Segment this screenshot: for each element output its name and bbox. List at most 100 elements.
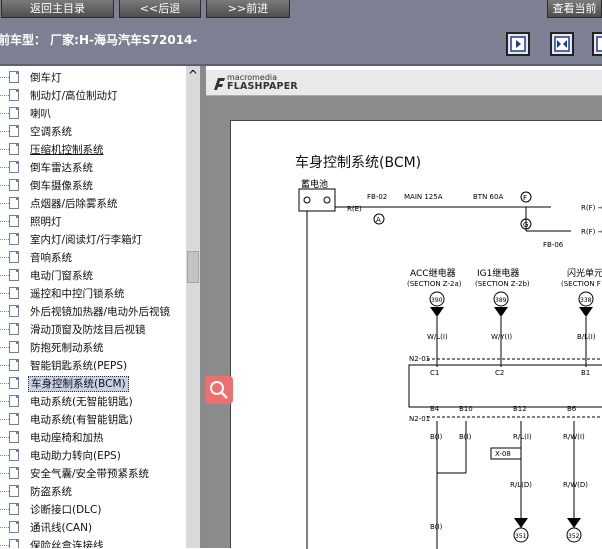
fuse-fb02-label: FB-02 xyxy=(367,193,387,201)
tree-item[interactable]: 倒车摄像系统 xyxy=(0,177,186,195)
ig1-relay-section: (SECTION Z-2b) xyxy=(475,280,530,288)
flashpaper-logo-icon xyxy=(214,78,225,90)
bcm-wiring-diagram: 车身控制系统(BCM) 蓄电池 R(E) FB-02 MAIN 125A BTN… xyxy=(295,154,602,549)
tree-item-label: 倒车摄像系统 xyxy=(30,180,93,192)
scroll-up-icon[interactable]: ^ xyxy=(186,68,200,82)
tree-item[interactable]: 遥控和中控门锁系统 xyxy=(0,285,186,303)
zoom-button[interactable] xyxy=(205,376,233,404)
tree-item[interactable]: 空调系统 xyxy=(0,123,186,141)
arrow-390 xyxy=(430,307,444,317)
sidebar-scrollbar[interactable]: ^ xyxy=(186,66,200,548)
tree-item-label: 外后视镜加热器/电动外后视镜 xyxy=(30,306,171,318)
tree-item[interactable]: 电动门窗系统 xyxy=(0,267,186,285)
tree-connector xyxy=(0,239,9,240)
document-icon xyxy=(9,197,19,209)
tree-connector xyxy=(0,95,9,96)
tree-item-label: 倒车灯 xyxy=(30,72,62,84)
tree-item[interactable]: 电动助力转向(EPS) xyxy=(0,447,186,465)
tree-item[interactable]: 制动灯/高位制动灯 xyxy=(0,87,186,105)
tree-connector xyxy=(0,437,9,438)
tree-item[interactable]: 智能钥匙系统(PEPS) xyxy=(0,357,186,375)
node-390-label: 390 xyxy=(431,297,443,304)
tree-item[interactable]: 外后视镜加热器/电动外后视镜 xyxy=(0,303,186,321)
tree-connector xyxy=(0,257,9,258)
tree-connector xyxy=(0,275,9,276)
document-icon xyxy=(9,539,19,548)
tree-item[interactable]: 诊断接口(DLC) xyxy=(0,501,186,519)
document-icon xyxy=(9,89,19,101)
tree-connector xyxy=(0,293,9,294)
tree-item[interactable]: 通讯线(CAN) xyxy=(0,519,186,537)
pin-b10: B10 xyxy=(459,405,473,413)
tree-item[interactable]: 照明灯 xyxy=(0,213,186,231)
document-icon xyxy=(9,143,19,155)
wire-bi-1: B(I) xyxy=(430,433,443,441)
forward-button[interactable]: >>前进 xyxy=(206,0,290,18)
tree-item[interactable]: 点烟器/后除雾系统 xyxy=(0,195,186,213)
tree-item-label: 倒车雷达系统 xyxy=(30,162,93,174)
flasher-relay-section: (SECTION F xyxy=(561,280,601,288)
scroll-thumb[interactable] xyxy=(187,251,199,283)
split-view-icon xyxy=(554,36,570,52)
tree-item-label: 滑动顶窗及防炫目后视镜 xyxy=(30,324,146,336)
tree-item-label: 智能钥匙系统(PEPS) xyxy=(30,360,128,372)
acc-relay-label: ACC继电器 xyxy=(410,267,456,279)
back-button[interactable]: <<后退 xyxy=(119,0,201,18)
document-icon xyxy=(9,125,19,137)
tree-item[interactable]: 电动系统(无智能钥匙) xyxy=(0,393,186,411)
expand-right-icon xyxy=(510,36,526,52)
tree-item-label: 防盗系统 xyxy=(30,486,72,498)
tree-connector xyxy=(0,167,9,168)
tree-item[interactable]: 倒车雷达系统 xyxy=(0,159,186,177)
magnifier-icon xyxy=(210,381,228,399)
tree-connector xyxy=(0,77,9,78)
expand-right-button[interactable] xyxy=(506,32,530,56)
tree-item[interactable]: 车身控制系统(BCM) xyxy=(0,375,186,393)
tree-item[interactable]: 安全气囊/安全带预紧系统 xyxy=(0,465,186,483)
tree-item[interactable]: 压缩机控制系统 xyxy=(0,141,186,159)
split-view-button[interactable] xyxy=(550,32,574,56)
tree-connector xyxy=(0,545,9,546)
arrow-389 xyxy=(494,307,508,317)
battery-plus xyxy=(323,196,331,204)
document-icon xyxy=(9,305,19,317)
document-icon xyxy=(9,107,19,119)
tree-item[interactable]: 电动座椅和加热 xyxy=(0,429,186,447)
document-icon xyxy=(9,395,19,407)
tree-connector xyxy=(0,131,9,132)
document-icon xyxy=(9,251,19,263)
tree-item[interactable]: 防抱死制动系统 xyxy=(0,339,186,357)
wire-wy-label: W/Y(I) xyxy=(491,333,512,341)
top-nav-bar: 返回主目录 <<后退 >>前进 查看当前 xyxy=(0,0,602,28)
conn-x08-label: X-08 xyxy=(495,450,511,458)
tree-item-label: 音响系统 xyxy=(30,252,72,264)
system-tree: 倒车灯制动灯/高位制动灯 喇叭 空调系统压缩机控制系统 倒车雷达系统 倒车摄像系统点烟器… xyxy=(0,66,186,548)
back-to-main-button[interactable]: 返回主目录 xyxy=(1,0,114,18)
tree-item[interactable]: 防盗系统 xyxy=(0,483,186,501)
document-icon xyxy=(9,287,19,299)
tree-connector xyxy=(0,347,9,348)
view-current-button[interactable]: 查看当前 xyxy=(547,0,602,18)
tree-item[interactable]: 倒车灯 xyxy=(0,69,186,87)
tree-item[interactable]: 音响系统 xyxy=(0,249,186,267)
tree-item[interactable]: 室内灯/阅读灯/行李箱灯 xyxy=(0,231,186,249)
document-icon xyxy=(9,215,19,227)
tree-item-label: 遥控和中控门锁系统 xyxy=(30,288,125,300)
document-icon xyxy=(9,377,19,389)
pin-b1: B1 xyxy=(581,369,590,377)
tree-item-label: 压缩机控制系统 xyxy=(30,144,104,156)
wire-rw-d: R/W(D) xyxy=(563,481,588,489)
connector-a-label: A xyxy=(376,216,381,224)
brand-main: FLASHPAPER xyxy=(227,81,298,92)
tree-connector xyxy=(0,383,9,384)
tree-connector xyxy=(0,221,9,222)
tree-item[interactable]: 喇叭 xyxy=(0,105,186,123)
arrow-351 xyxy=(514,518,528,528)
tree-item[interactable]: 滑动顶窗及防炫目后视镜 xyxy=(0,321,186,339)
wire-bi-3: B(I) xyxy=(430,523,443,531)
conn-n201b-label: N2-01 xyxy=(409,415,430,423)
tree-item[interactable]: 电动系统(有智能钥匙) xyxy=(0,411,186,429)
expand-left-button[interactable] xyxy=(592,32,602,56)
pin-c1: C1 xyxy=(430,369,439,377)
tree-item[interactable]: 保险丝盒连接线 xyxy=(0,537,186,548)
